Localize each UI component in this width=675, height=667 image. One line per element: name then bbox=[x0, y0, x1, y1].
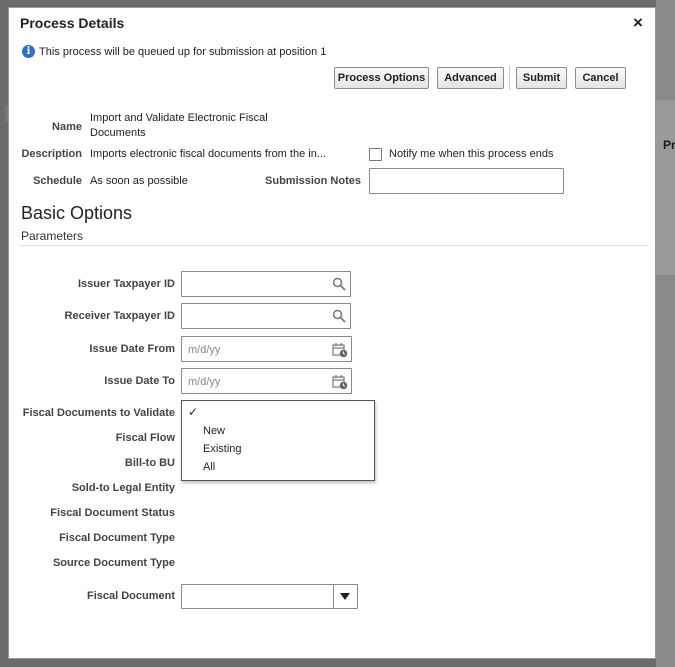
dropdown-option-all[interactable]: All bbox=[203, 461, 215, 473]
issue-date-to-input[interactable]: m/d/yy bbox=[181, 368, 352, 394]
fiscal-document-status-label: Fiscal Document Status bbox=[50, 507, 175, 519]
queue-info-message: This process will be queued up for submi… bbox=[39, 46, 327, 58]
notify-label: Notify me when this process ends bbox=[389, 148, 554, 160]
cancel-button[interactable]: Cancel bbox=[575, 67, 626, 89]
receiver-taxpayer-id-label: Receiver Taxpayer ID bbox=[64, 310, 175, 322]
issue-date-to-placeholder: m/d/yy bbox=[188, 376, 221, 388]
calendar-icon[interactable] bbox=[332, 342, 348, 358]
issue-date-from-label: Issue Date From bbox=[89, 343, 175, 355]
fiscal-document-select[interactable] bbox=[181, 584, 358, 609]
fiscal-documents-to-validate-label: Fiscal Documents to Validate bbox=[22, 407, 175, 419]
notify-checkbox[interactable] bbox=[369, 148, 382, 161]
fiscal-flow-label: Fiscal Flow bbox=[115, 432, 175, 444]
section-divider bbox=[21, 245, 649, 246]
receiver-taxpayer-id-input[interactable] bbox=[181, 303, 351, 329]
dropdown-option-existing[interactable]: Existing bbox=[203, 443, 242, 455]
toolbar-divider bbox=[509, 66, 510, 90]
issue-date-from-input[interactable]: m/d/yy bbox=[181, 336, 352, 362]
process-details-dialog: Process Details × i This process will be… bbox=[8, 7, 656, 659]
dropdown-option-new[interactable]: New bbox=[203, 425, 225, 437]
search-icon[interactable] bbox=[332, 309, 346, 323]
description-label: Description bbox=[21, 148, 82, 160]
schedule-label: Schedule bbox=[33, 175, 82, 187]
info-icon: i bbox=[22, 45, 35, 58]
source-document-type-label: Source Document Type bbox=[52, 557, 175, 569]
close-icon[interactable]: × bbox=[633, 13, 643, 33]
dialog-title: Process Details bbox=[20, 15, 125, 31]
search-icon[interactable] bbox=[332, 277, 346, 291]
fiscal-document-type-label: Fiscal Document Type bbox=[59, 532, 175, 544]
fiscal-document-label: Fiscal Document bbox=[86, 590, 175, 602]
submit-button[interactable]: Submit bbox=[516, 67, 567, 89]
schedule-value: As soon as possible bbox=[90, 175, 188, 187]
submission-notes-label: Submission Notes bbox=[265, 175, 361, 187]
description-value: Imports electronic fiscal documents from… bbox=[90, 148, 326, 160]
process-options-button[interactable]: Process Options bbox=[334, 67, 429, 89]
issue-date-from-placeholder: m/d/yy bbox=[188, 344, 221, 356]
submission-notes-input[interactable] bbox=[369, 168, 564, 194]
select-dropdown-button[interactable] bbox=[333, 585, 357, 608]
issuer-taxpayer-id-input[interactable] bbox=[181, 271, 351, 297]
selected-check-icon[interactable]: ✓ bbox=[188, 405, 198, 419]
advanced-button[interactable]: Advanced bbox=[437, 67, 504, 89]
sold-to-legal-entity-label: Sold-to Legal Entity bbox=[71, 482, 175, 494]
background-column-header: Pr bbox=[663, 138, 675, 152]
name-value-line2: Documents bbox=[90, 127, 146, 139]
bill-to-bu-label: Bill-to BU bbox=[124, 457, 175, 469]
issuer-taxpayer-id-label: Issuer Taxpayer ID bbox=[77, 278, 175, 290]
name-label: Name bbox=[52, 121, 82, 133]
name-value-line1: Import and Validate Electronic Fiscal bbox=[90, 112, 268, 124]
issue-date-to-label: Issue Date To bbox=[104, 375, 175, 387]
parameters-subheading: Parameters bbox=[21, 229, 84, 243]
fiscal-documents-to-validate-dropdown[interactable]: ✓ New Existing All bbox=[181, 400, 375, 481]
calendar-icon[interactable] bbox=[332, 374, 348, 390]
background-page-panel bbox=[656, 100, 675, 275]
basic-options-heading: Basic Options bbox=[21, 203, 133, 223]
chevron-down-icon bbox=[340, 593, 350, 600]
